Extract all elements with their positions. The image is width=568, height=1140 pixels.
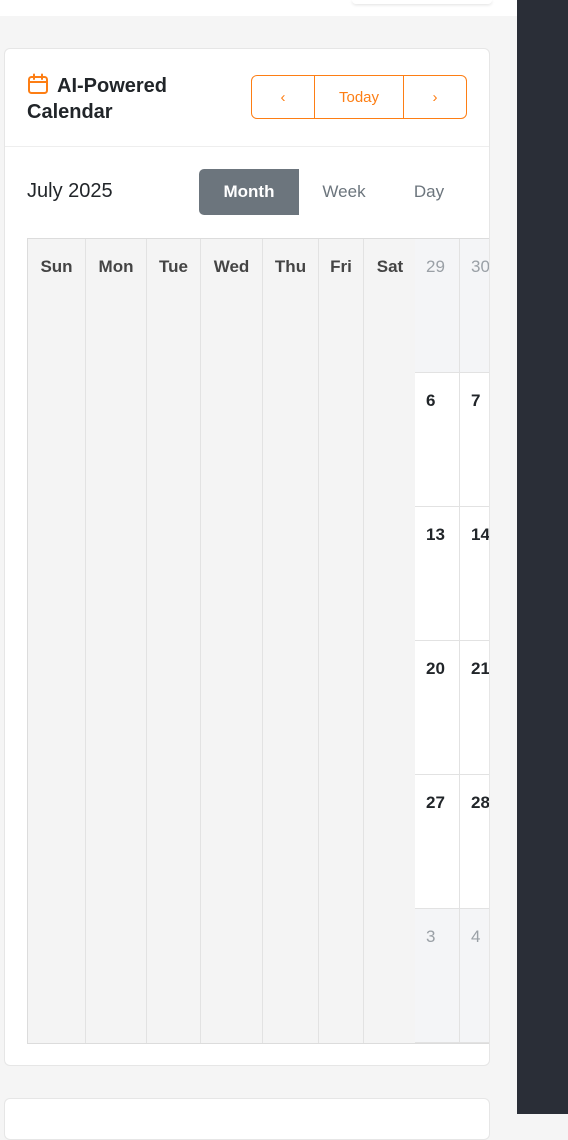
calendar-title: AI-Powered Calendar — [27, 75, 168, 123]
day-number: 4 — [471, 927, 481, 946]
month-grid: 29 30 6 7 13 14 20 21 27 28 3 4 — [415, 238, 489, 1044]
column-divider — [200, 239, 201, 1043]
day-number: 20 — [426, 659, 445, 678]
column-divider — [146, 239, 147, 1043]
weekday-columns: Sun Mon Tue Wed Thu Fri Sat — [27, 238, 418, 1044]
weekday-header: Fri — [330, 257, 352, 276]
day-number: 27 — [426, 793, 445, 812]
day-cell[interactable]: 28 — [460, 775, 489, 909]
day-number: 7 — [471, 391, 481, 410]
weekday-header: Sun — [40, 257, 73, 276]
tab-day[interactable]: Day — [389, 169, 469, 215]
day-number: 13 — [426, 525, 445, 544]
day-cell[interactable]: 27 — [415, 775, 460, 909]
column-divider — [85, 239, 86, 1043]
day-cell[interactable]: 30 — [460, 239, 489, 373]
tab-week[interactable]: Week — [299, 169, 389, 215]
right-dark-panel — [517, 0, 568, 1114]
weekday-header: Wed — [213, 257, 250, 276]
day-number: 14 — [471, 525, 489, 544]
day-cell[interactable]: 21 — [460, 641, 489, 775]
tab-month[interactable]: Month — [199, 169, 299, 215]
day-cell[interactable]: 29 — [415, 239, 460, 373]
next-button[interactable]: › — [404, 75, 467, 119]
day-cell[interactable]: 13 — [415, 507, 460, 641]
day-number: 21 — [471, 659, 489, 678]
weekday-header: Tue — [159, 257, 188, 276]
calendar-card: AI-Powered Calendar ‹ Today › July 2025 … — [4, 48, 490, 1066]
column-divider — [318, 239, 319, 1043]
weekday-header: Sat — [376, 257, 404, 276]
day-number: 28 — [471, 793, 489, 812]
calendar-nav: ‹ Today › — [251, 75, 467, 119]
column-divider — [262, 239, 263, 1043]
top-bar-pill — [352, 0, 492, 4]
secondary-card — [4, 1098, 490, 1140]
view-tabs: Month Week Day — [199, 169, 469, 215]
day-number: 29 — [426, 257, 445, 276]
day-cell[interactable]: 14 — [460, 507, 489, 641]
weekday-header: Thu — [274, 257, 307, 276]
day-cell[interactable]: 7 — [460, 373, 489, 507]
month-label: July 2025 — [27, 180, 113, 202]
day-cell[interactable]: 20 — [415, 641, 460, 775]
prev-button[interactable]: ‹ — [251, 75, 315, 119]
column-divider — [363, 239, 364, 1043]
day-cell[interactable]: 3 — [415, 909, 460, 1043]
today-button[interactable]: Today — [315, 75, 404, 119]
day-cell[interactable]: 6 — [415, 373, 460, 507]
day-number: 3 — [426, 927, 436, 946]
calendar-header: AI-Powered Calendar ‹ Today › — [5, 49, 489, 147]
weekday-header: Mon — [98, 257, 134, 276]
day-cell[interactable]: 4 — [460, 909, 489, 1043]
day-number: 6 — [426, 391, 436, 410]
day-number: 30 — [471, 257, 489, 276]
